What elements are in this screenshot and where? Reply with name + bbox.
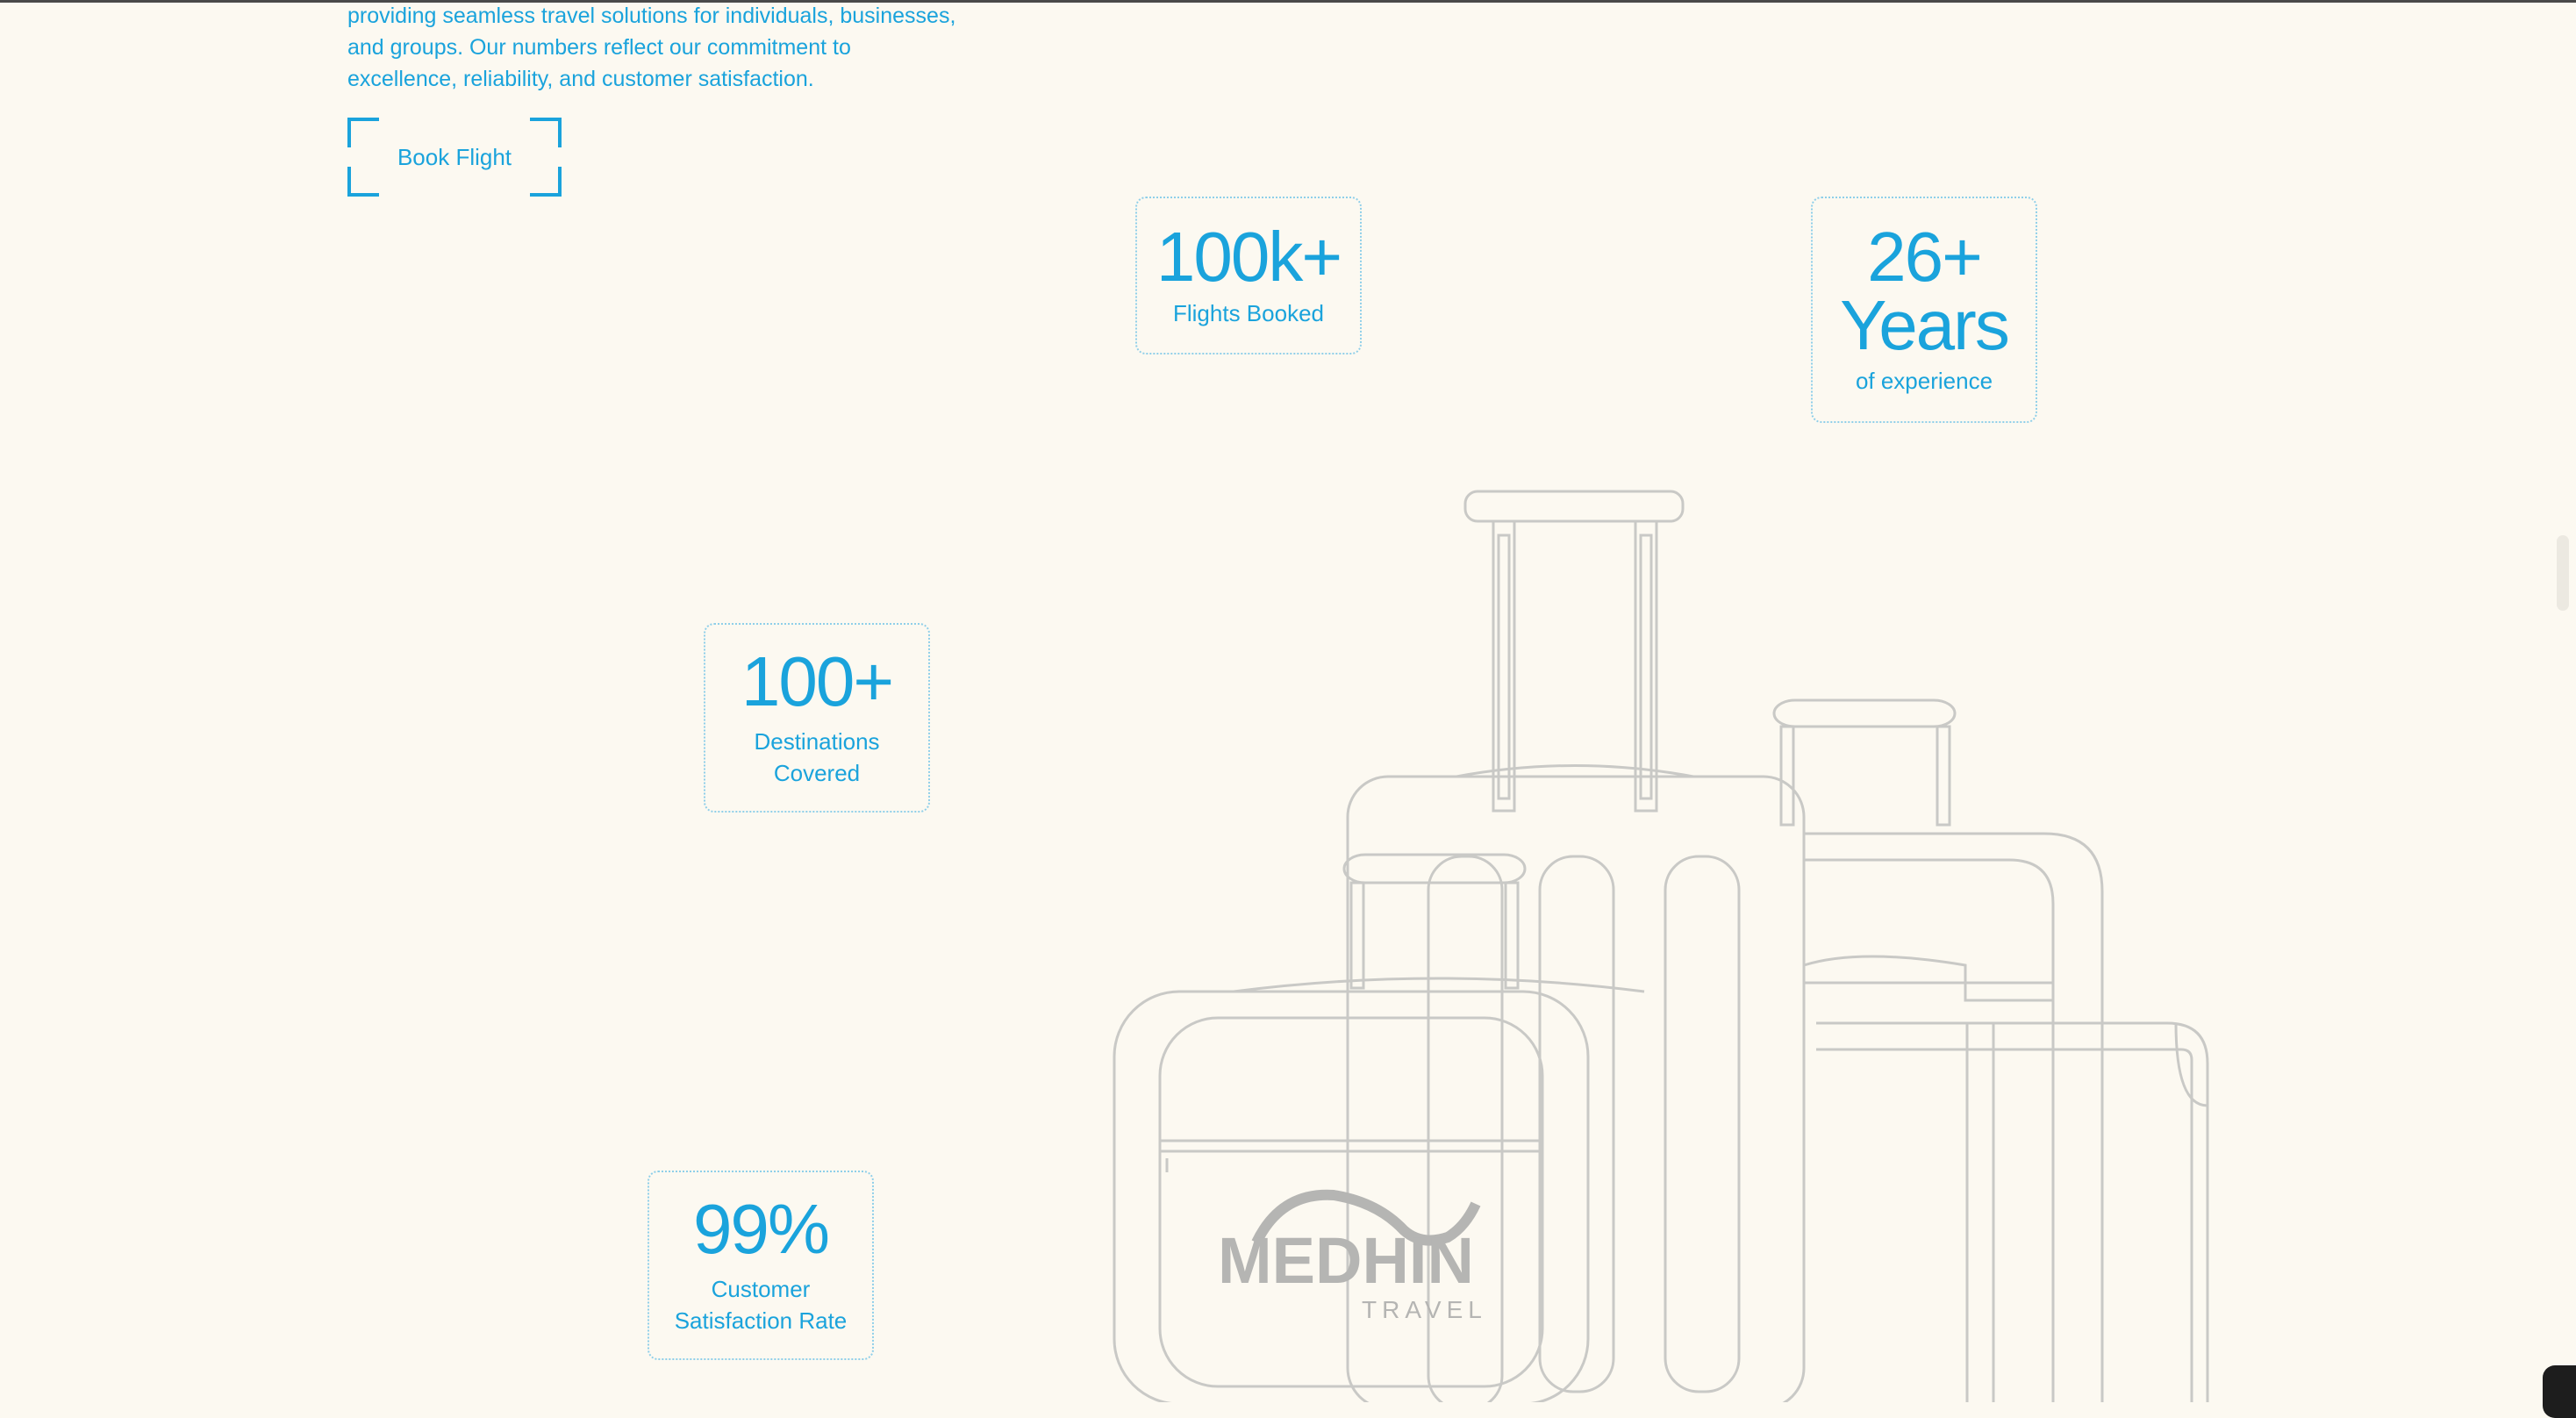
stat-value-line2: Years [1840, 286, 2010, 364]
stat-value-line1: 26+ [1867, 218, 1983, 296]
stat-value: 100k+ [1156, 218, 1342, 296]
corner-bracket-bottom-right [530, 167, 562, 197]
logo-subtitle: TRAVEL [1362, 1296, 1487, 1323]
stat-label-line2: Covered [773, 760, 861, 786]
stat-destinations: 100+ Destinations Covered [704, 623, 930, 813]
far-right-suitcase [1816, 1021, 2209, 1402]
stat-label: Flights Booked [1173, 300, 1324, 326]
book-flight-label: Book Flight [397, 143, 512, 170]
stat-satisfaction: 99% Customer Satisfaction Rate [648, 1171, 874, 1360]
stat-value: 99% [692, 1190, 830, 1268]
luggage-illustration: MEDHIN TRAVEL [1113, 490, 2209, 1402]
book-flight-button[interactable]: Book Flight [347, 118, 562, 197]
chat-widget-button[interactable] [2543, 1365, 2576, 1418]
corner-bracket-top-right [530, 118, 562, 147]
corner-bracket-top-left [347, 118, 379, 147]
scrollbar-thumb[interactable] [2557, 535, 2569, 611]
stat-label: of experience [1855, 368, 1993, 394]
stat-label-line1: Destinations [754, 728, 880, 755]
stat-years-experience: 26+ Years of experience [1811, 197, 2037, 423]
stat-label-line1: Customer [711, 1276, 811, 1302]
corner-bracket-bottom-left [347, 167, 379, 197]
stat-value: 100+ [741, 642, 894, 720]
right-suitcase [1772, 698, 2104, 1402]
intro-paragraph: providing seamless travel solutions for … [347, 4, 956, 91]
stat-label-line2: Satisfaction Rate [674, 1307, 848, 1334]
stat-flights-booked: 100k+ Flights Booked [1135, 197, 1362, 354]
logo-wordmark: MEDHIN [1218, 1224, 1474, 1297]
